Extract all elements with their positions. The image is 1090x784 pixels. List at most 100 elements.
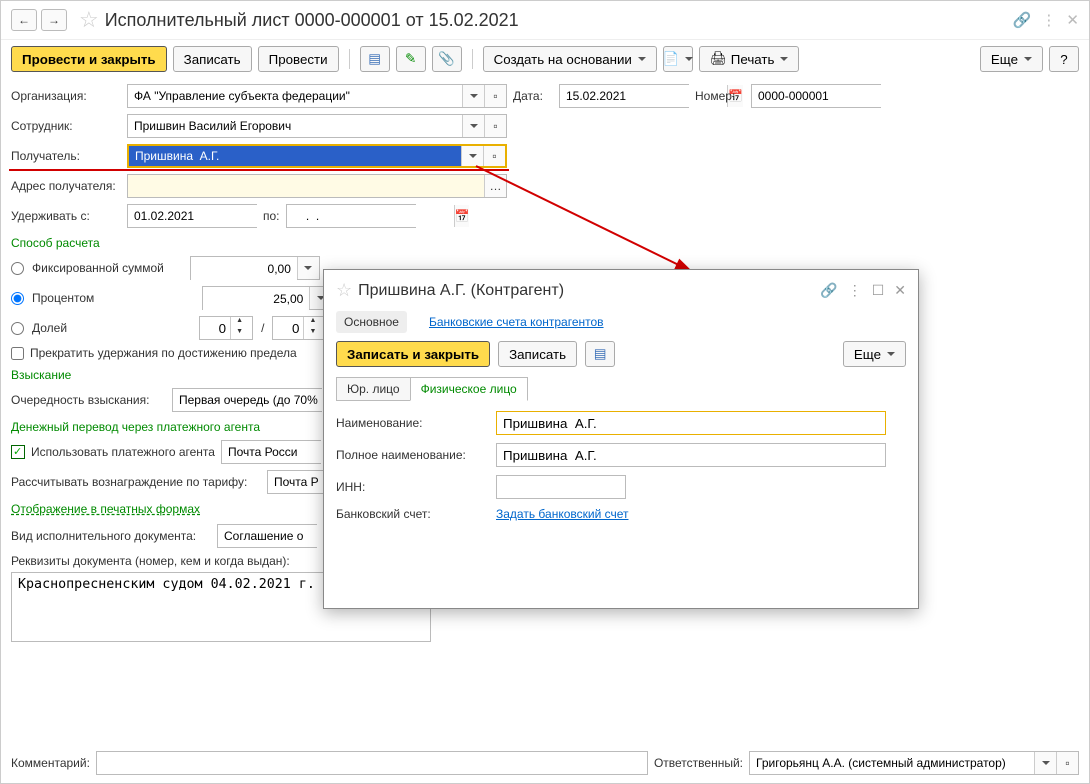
- write-button[interactable]: Записать: [173, 46, 252, 72]
- modal-link-icon[interactable]: 🔗: [820, 282, 837, 299]
- modal-tab-main[interactable]: Основное: [336, 311, 407, 333]
- use-agent-label: Использовать платежного агента: [31, 445, 215, 459]
- print-forms-link[interactable]: Отображение в печатных формах: [11, 502, 200, 516]
- sub-tab-person[interactable]: Физическое лицо: [410, 377, 528, 401]
- modal-tab-bank[interactable]: Банковские счета контрагентов: [427, 311, 606, 333]
- recv-dropdown-icon[interactable]: [461, 146, 483, 166]
- nav-back-button[interactable]: ←: [11, 9, 37, 31]
- modal-close-icon[interactable]: ✕: [894, 282, 906, 299]
- fixed-stepper-icon[interactable]: [297, 257, 319, 279]
- org-field[interactable]: [128, 85, 462, 107]
- date-input[interactable]: 📅: [559, 84, 689, 108]
- radio-percent[interactable]: [11, 292, 24, 305]
- pencil-icon-button[interactable]: ✎: [396, 46, 426, 72]
- slash: /: [261, 321, 264, 335]
- link-icon[interactable]: 🔗: [1013, 11, 1032, 29]
- use-agent-checkbox[interactable]: [11, 445, 25, 459]
- emp-field[interactable]: [128, 115, 462, 137]
- share-den-input[interactable]: [273, 317, 303, 339]
- toolbar-separator: [349, 49, 350, 69]
- m-full-input[interactable]: [496, 443, 886, 467]
- contragent-modal: ☆ Пришвина А.Г. (Контрагент) 🔗 ⋮ ☐ ✕ Осн…: [323, 269, 919, 609]
- from-input[interactable]: 📅: [127, 204, 257, 228]
- modal-star-icon[interactable]: ☆: [336, 280, 352, 301]
- order-input[interactable]: [172, 388, 322, 412]
- radio-percent-label: Процентом: [32, 291, 94, 305]
- stop-label: Прекратить удержания по достижению преде…: [30, 346, 297, 360]
- modal-menu-icon[interactable]: ⋮: [848, 282, 862, 299]
- to-input[interactable]: 📅: [286, 204, 416, 228]
- favorite-star-icon[interactable]: ☆: [79, 7, 99, 33]
- post-button[interactable]: Провести: [258, 46, 339, 72]
- addr-label: Адрес получателя:: [11, 179, 121, 193]
- emp-input[interactable]: ▫: [127, 114, 507, 138]
- recv-label: Получатель:: [11, 149, 121, 163]
- close-window-icon[interactable]: ✕: [1066, 11, 1079, 29]
- more-button[interactable]: Еще: [980, 46, 1043, 72]
- highlight-underline: [9, 169, 509, 171]
- nav-forward-button[interactable]: →: [41, 9, 67, 31]
- resp-field[interactable]: [750, 752, 1034, 774]
- resp-label: Ответственный:: [654, 756, 743, 770]
- radio-fixed-label: Фиксированной суммой: [32, 261, 164, 275]
- modal-write-button[interactable]: Записать: [498, 341, 577, 367]
- stop-checkbox[interactable]: [11, 347, 24, 360]
- percent-value-input[interactable]: [203, 287, 309, 311]
- org-open-icon[interactable]: ▫: [484, 85, 506, 107]
- recv-field[interactable]: [129, 146, 461, 166]
- recv-open-icon[interactable]: ▫: [483, 146, 505, 166]
- to-calendar-icon[interactable]: 📅: [454, 205, 470, 227]
- emp-open-icon[interactable]: ▫: [484, 115, 506, 137]
- m-full-label: Полное наименование:: [336, 448, 496, 462]
- emp-label: Сотрудник:: [11, 119, 121, 133]
- m-name-input[interactable]: [496, 411, 886, 435]
- num-label: Номер:: [695, 89, 745, 103]
- resp-dropdown-icon[interactable]: [1034, 752, 1056, 774]
- org-input[interactable]: ▫: [127, 84, 507, 108]
- m-name-label: Наименование:: [336, 416, 496, 430]
- org-dropdown-icon[interactable]: [462, 85, 484, 107]
- modal-form-icon-button[interactable]: ▤: [585, 341, 615, 367]
- share-num-input[interactable]: [200, 317, 230, 339]
- share-num-stepper[interactable]: ▲▼: [199, 316, 253, 340]
- doc-type-label: Вид исполнительного документа:: [11, 529, 211, 543]
- method-heading: Способ расчета: [11, 236, 1079, 250]
- modal-maximize-icon[interactable]: ☐: [872, 282, 885, 299]
- m-acct-label: Банковский счет:: [336, 507, 496, 521]
- fixed-value-input[interactable]: [191, 257, 297, 281]
- addr-field[interactable]: [128, 175, 484, 197]
- radio-share[interactable]: [11, 322, 24, 335]
- to-label: по:: [263, 209, 280, 223]
- post-and-close-button[interactable]: Провести и закрыть: [11, 46, 167, 72]
- sub-tab-legal[interactable]: Юр. лицо: [336, 377, 411, 401]
- print-button[interactable]: 🖨 Печать: [699, 46, 800, 72]
- m-inn-label: ИНН:: [336, 480, 496, 494]
- modal-title: Пришвина А.Г. (Контрагент): [358, 282, 810, 300]
- modal-write-close-button[interactable]: Записать и закрыть: [336, 341, 490, 367]
- help-button[interactable]: ?: [1049, 46, 1079, 72]
- num-field[interactable]: [752, 85, 919, 107]
- to-field[interactable]: [287, 205, 454, 227]
- attachments-dropdown-button[interactable]: 📄: [663, 46, 693, 72]
- form-icon-button[interactable]: ▤: [360, 46, 390, 72]
- emp-dropdown-icon[interactable]: [462, 115, 484, 137]
- recv-input[interactable]: ▫: [127, 144, 507, 168]
- toolbar-separator: [472, 49, 473, 69]
- from-label: Удерживать с:: [11, 209, 121, 223]
- page-title: Исполнительный лист 0000-000001 от 15.02…: [105, 10, 1013, 31]
- radio-fixed[interactable]: [11, 262, 24, 275]
- addr-ellipsis-icon[interactable]: …: [484, 175, 506, 197]
- order-field[interactable]: [173, 389, 340, 411]
- share-den-stepper[interactable]: ▲▼: [272, 316, 326, 340]
- attach-icon-button[interactable]: 📎: [432, 46, 462, 72]
- create-based-on-button[interactable]: Создать на основании: [483, 46, 657, 72]
- comment-field[interactable]: [97, 752, 647, 774]
- resp-open-icon[interactable]: ▫: [1056, 752, 1078, 774]
- comment-label: Комментарий:: [11, 756, 90, 770]
- m-inn-input[interactable]: [496, 475, 626, 499]
- menu-icon[interactable]: ⋮: [1041, 11, 1056, 29]
- addr-input[interactable]: …: [127, 174, 507, 198]
- num-input[interactable]: [751, 84, 881, 108]
- m-acct-link[interactable]: Задать банковский счет: [496, 507, 629, 521]
- modal-more-button[interactable]: Еще: [843, 341, 906, 367]
